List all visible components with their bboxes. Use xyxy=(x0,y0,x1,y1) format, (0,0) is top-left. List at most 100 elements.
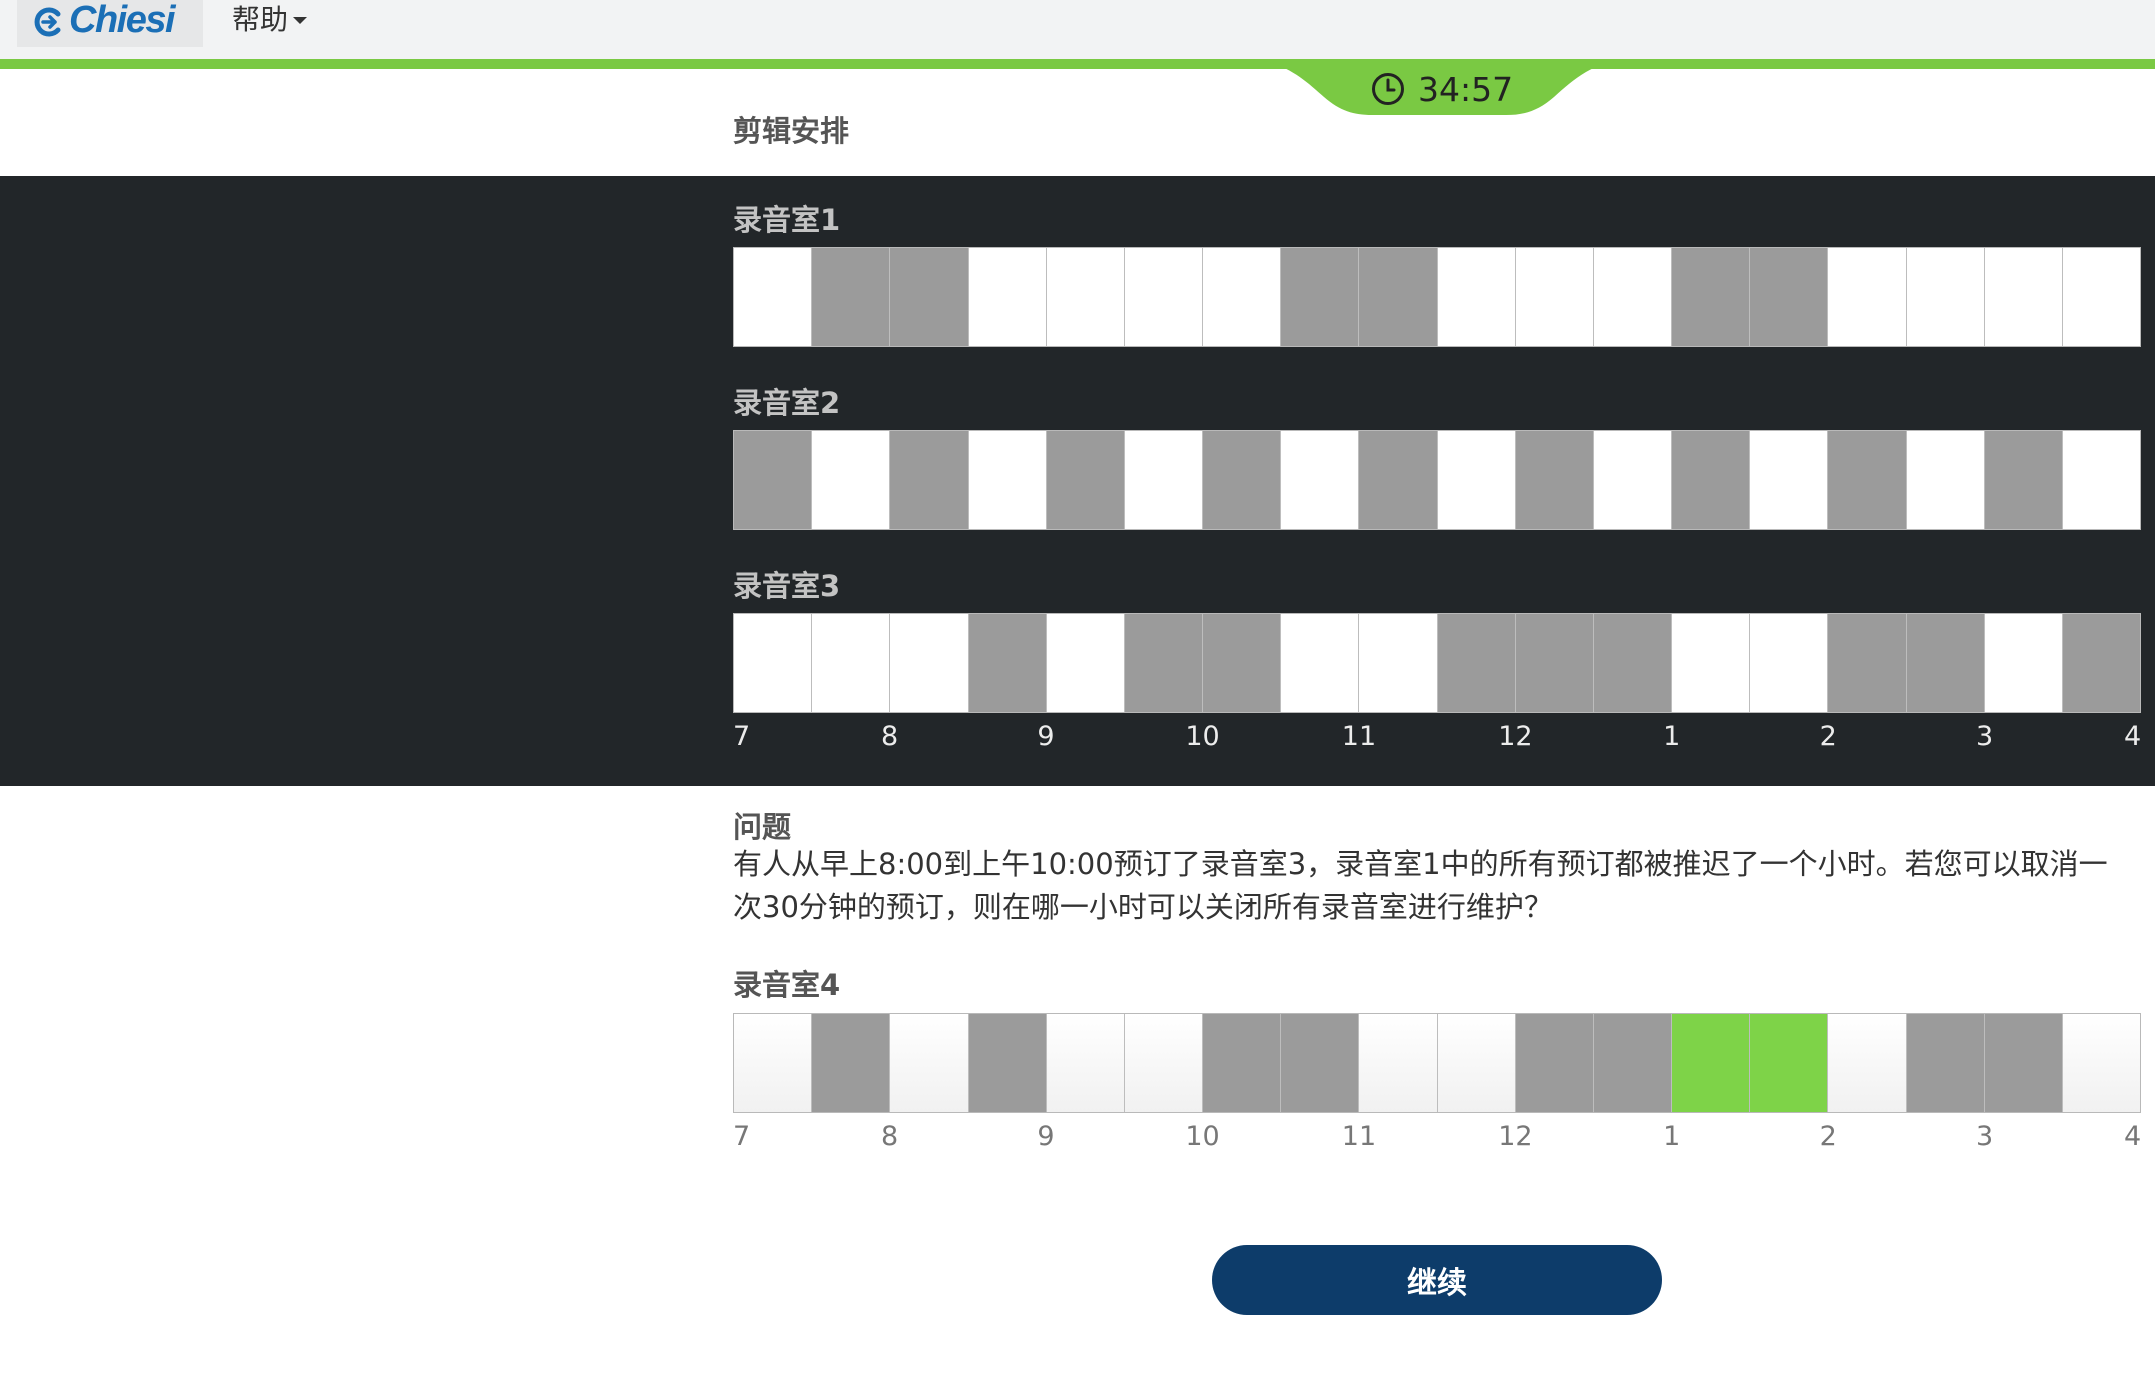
time-slot-selected[interactable] xyxy=(1750,1014,1829,1112)
time-slot-free xyxy=(1046,614,1125,712)
countdown-timer: 34:57 xyxy=(1370,66,1513,112)
time-slot-free xyxy=(1515,248,1594,346)
time-slot-free[interactable] xyxy=(1046,1014,1125,1112)
time-slot-booked[interactable] xyxy=(812,1014,891,1112)
hour-tick-label: 7 xyxy=(733,1121,751,1152)
time-slot-free[interactable] xyxy=(2062,1014,2141,1112)
time-slot-booked[interactable] xyxy=(1515,1014,1594,1112)
time-slot-booked[interactable] xyxy=(1203,1014,1282,1112)
time-slot-booked xyxy=(1515,431,1594,529)
chiesi-logo[interactable]: Chiesi xyxy=(17,0,203,47)
time-slot-booked xyxy=(1828,431,1907,529)
time-slot-free xyxy=(968,248,1047,346)
header-accent-line xyxy=(0,59,2155,69)
time-slot-booked xyxy=(1281,248,1360,346)
hour-tick-label: 7 xyxy=(733,721,751,752)
time-slot-free xyxy=(1906,431,1985,529)
studio-4-answer-grid[interactable] xyxy=(733,1013,2141,1113)
time-slot-free xyxy=(1124,431,1204,529)
time-slot-booked xyxy=(1750,248,1829,346)
time-slot-booked xyxy=(1515,614,1594,712)
hour-tick-label: 3 xyxy=(1976,1121,1994,1152)
time-slot-free[interactable] xyxy=(1359,1014,1438,1112)
time-slot-free xyxy=(1984,614,2063,712)
continue-button[interactable]: 继续 xyxy=(1212,1245,1662,1315)
time-slot-booked xyxy=(1672,431,1751,529)
hour-tick-label: 1 xyxy=(1663,721,1681,752)
time-slot-free xyxy=(1750,614,1829,712)
time-slot-booked[interactable] xyxy=(1984,1014,2063,1112)
time-slot-free xyxy=(734,614,813,712)
time-slot-free[interactable] xyxy=(734,1014,813,1112)
time-slot-free xyxy=(1359,614,1438,712)
help-menu[interactable]: 帮助 xyxy=(232,0,308,36)
top-bar: Chiesi 帮助 xyxy=(0,0,2155,59)
hour-tick-label: 4 xyxy=(2124,1121,2142,1152)
time-slot-booked xyxy=(1828,614,1907,712)
time-slot-free xyxy=(1828,248,1907,346)
time-slot-free xyxy=(1437,431,1516,529)
time-slot-booked xyxy=(1203,614,1282,712)
studio-2-label: 录音室2 xyxy=(733,386,841,420)
clock-icon xyxy=(1372,73,1404,105)
time-slot-booked[interactable] xyxy=(1281,1014,1360,1112)
time-slot-free xyxy=(1281,431,1360,529)
time-slot-booked xyxy=(1593,614,1673,712)
time-slot-free xyxy=(2062,431,2141,529)
time-slot-free xyxy=(812,614,891,712)
logo-text: Chiesi xyxy=(69,0,176,41)
studio-1-label: 录音室1 xyxy=(733,203,841,237)
time-slot-booked xyxy=(1203,431,1282,529)
time-slot-booked xyxy=(890,431,969,529)
time-slot-booked xyxy=(1359,431,1438,529)
time-slot-free xyxy=(1750,431,1829,529)
studio-3-label: 录音室3 xyxy=(733,569,841,603)
time-slot-free xyxy=(1593,248,1673,346)
help-menu-label: 帮助 xyxy=(232,3,289,36)
time-slot-booked[interactable] xyxy=(1906,1014,1985,1112)
hour-tick-label: 11 xyxy=(1341,721,1377,752)
hour-tick-label: 12 xyxy=(1498,721,1533,752)
hour-tick-label: 12 xyxy=(1498,1121,1533,1152)
time-slot-booked xyxy=(968,614,1047,712)
caret-down-icon xyxy=(293,16,308,24)
hour-axis-top: 7 8 9 10 11 12 1 2 3 4 xyxy=(733,721,2141,757)
time-slot-free xyxy=(2062,248,2141,346)
time-slot-booked xyxy=(2062,614,2141,712)
time-slot-free xyxy=(1672,614,1751,712)
time-slot-free[interactable] xyxy=(1124,1014,1204,1112)
time-slot-booked[interactable] xyxy=(968,1014,1047,1112)
hour-tick-label: 8 xyxy=(880,1121,899,1152)
time-slot-booked xyxy=(1437,614,1516,712)
time-slot-booked xyxy=(1672,248,1751,346)
time-slot-booked xyxy=(890,248,969,346)
time-slot-free xyxy=(1124,248,1204,346)
time-slot-free[interactable] xyxy=(890,1014,969,1112)
time-slot-free xyxy=(734,248,813,346)
hour-tick-label: 3 xyxy=(1976,721,1994,752)
time-slot-booked xyxy=(734,431,813,529)
hour-tick-label: 8 xyxy=(880,721,899,752)
time-slot-free xyxy=(1203,248,1282,346)
question-heading: 问题 xyxy=(733,810,792,844)
time-slot-free xyxy=(1906,248,1985,346)
time-slot-selected[interactable] xyxy=(1672,1014,1751,1112)
time-slot-booked[interactable] xyxy=(1593,1014,1673,1112)
time-slot-free xyxy=(1437,248,1516,346)
hour-tick-label: 4 xyxy=(2124,721,2142,752)
timer-value: 34:57 xyxy=(1418,69,1514,109)
time-slot-free xyxy=(968,431,1047,529)
time-slot-booked xyxy=(1046,431,1125,529)
time-slot-free xyxy=(1593,431,1673,529)
time-slot-free[interactable] xyxy=(1437,1014,1516,1112)
hour-tick-label: 2 xyxy=(1819,721,1837,752)
time-slot-free xyxy=(1046,248,1125,346)
time-slot-booked xyxy=(1984,431,2063,529)
hour-tick-label: 2 xyxy=(1819,1121,1837,1152)
time-slot-booked xyxy=(812,248,891,346)
hour-tick-label: 9 xyxy=(1037,1121,1055,1152)
time-slot-booked xyxy=(1359,248,1438,346)
time-slot-free[interactable] xyxy=(1828,1014,1907,1112)
studio-3-schedule xyxy=(733,613,2141,713)
time-slot-free xyxy=(890,614,969,712)
